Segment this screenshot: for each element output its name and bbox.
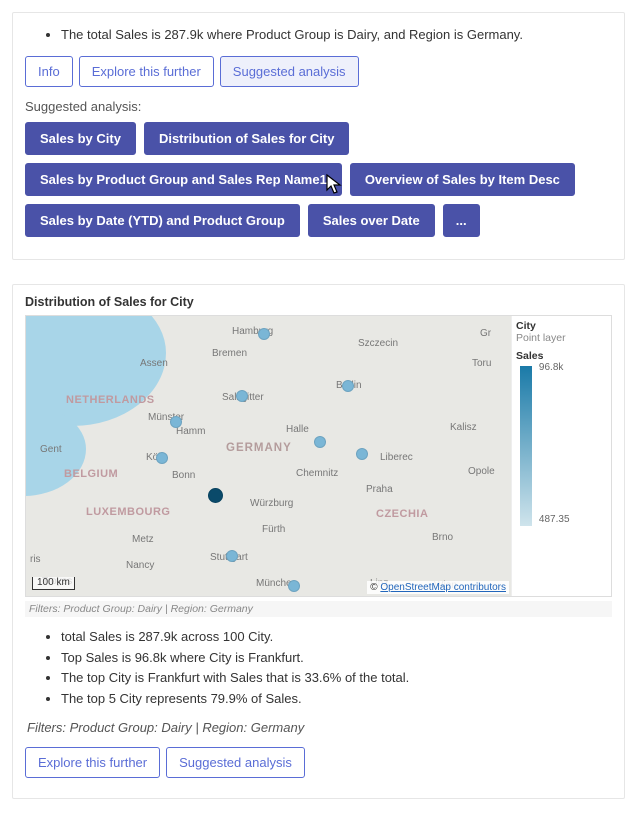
label-ris: ris <box>30 554 41 565</box>
label-czechia: CZECHIA <box>376 508 428 520</box>
city-point-liberec[interactable] <box>356 448 368 460</box>
label-metz: Metz <box>132 534 154 545</box>
suggestion-sales-by-city[interactable]: Sales by City <box>25 122 136 155</box>
label-gent: Gent <box>40 444 62 455</box>
filters-caption: Filters: Product Group: Dairy | Region: … <box>25 601 612 617</box>
insight-item: total Sales is 287.9k across 100 City. <box>61 627 612 648</box>
suggested-analysis-button[interactable]: Suggested analysis <box>220 56 359 87</box>
suggestion-sales-by-group-rep[interactable]: Sales by Product Group and Sales Rep Nam… <box>25 163 342 196</box>
label-kalisz: Kalisz <box>450 422 477 433</box>
label-chemnitz: Chemnitz <box>296 468 338 479</box>
insight-item: The top 5 City represents 79.9% of Sales… <box>61 689 612 710</box>
label-liberec: Liberec <box>380 452 413 463</box>
label-halle: Halle <box>286 424 309 435</box>
insight-item: The top City is Frankfurt with Sales tha… <box>61 668 612 689</box>
city-point-koln[interactable] <box>156 452 168 464</box>
label-brno: Brno <box>432 532 453 543</box>
label-toru: Toru <box>472 358 491 369</box>
label-szczecin: Szczecin <box>358 338 398 349</box>
insight-bullet: The total Sales is 287.9k where Product … <box>61 25 612 46</box>
label-hamm: Hamm <box>176 426 205 437</box>
label-furth: Fürth <box>262 524 285 535</box>
legend-measure: Sales <box>516 350 607 362</box>
city-point-munchen[interactable] <box>288 580 300 592</box>
label-bremen: Bremen <box>212 348 247 359</box>
map-attribution: © OpenStreetMap contributors <box>367 581 509 594</box>
explore-further-button[interactable]: Explore this further <box>79 56 214 87</box>
legend-max: 96.8k <box>539 362 563 373</box>
action-row: Info Explore this further Suggested anal… <box>25 56 612 87</box>
label-gr: Gr <box>480 328 491 339</box>
legend-layer-title: City <box>516 320 607 332</box>
legend-gradient-icon <box>520 366 532 526</box>
detail-action-row: Explore this further Suggested analysis <box>25 747 612 778</box>
filters-line: Filters: Product Group: Dairy | Region: … <box>27 720 612 735</box>
suggested-analysis-button[interactable]: Suggested analysis <box>166 747 305 778</box>
label-praha: Praha <box>366 484 393 495</box>
insight-item: Top Sales is 96.8k where City is Frankfu… <box>61 648 612 669</box>
osm-link[interactable]: OpenStreetMap contributors <box>380 582 506 593</box>
suggested-title: Suggested analysis: <box>25 99 612 114</box>
map-legend: City Point layer Sales 96.8k 487.35 <box>511 316 611 596</box>
city-point-frankfurt[interactable] <box>208 488 223 503</box>
city-point-stuttgart[interactable] <box>226 550 238 562</box>
info-button[interactable]: Info <box>25 56 73 87</box>
legend-layer-sub: Point layer <box>516 332 607 344</box>
suggestion-row-2: Sales by Product Group and Sales Rep Nam… <box>25 163 612 196</box>
suggestion-row-3: Sales by Date (YTD) and Product Group Sa… <box>25 204 612 237</box>
city-point-hamburg[interactable] <box>258 328 270 340</box>
label-bonn: Bonn <box>172 470 195 481</box>
suggestion-sales-over-date[interactable]: Sales over Date <box>308 204 435 237</box>
city-point-munster[interactable] <box>170 416 182 428</box>
label-germany: GERMANY <box>226 442 292 454</box>
label-belgium: BELGIUM <box>64 468 118 480</box>
map-scale: 100 km <box>32 577 75 590</box>
city-point-salzgitter[interactable] <box>236 390 248 402</box>
label-assen: Assen <box>140 358 168 369</box>
suggestion-sales-date-ytd-group[interactable]: Sales by Date (YTD) and Product Group <box>25 204 300 237</box>
map-canvas[interactable]: NETHERLANDS BELGIUM LUXEMBOURG GERMANY C… <box>26 316 511 596</box>
city-point-berlin[interactable] <box>342 380 354 392</box>
insight-bullets: The total Sales is 287.9k where Product … <box>25 25 612 46</box>
label-nancy: Nancy <box>126 560 154 571</box>
suggestion-more-button[interactable]: ... <box>443 204 480 237</box>
suggestion-distribution-sales-city[interactable]: Distribution of Sales for City <box>144 122 350 155</box>
suggestion-row-1: Sales by City Distribution of Sales for … <box>25 122 612 155</box>
map-container: NETHERLANDS BELGIUM LUXEMBOURG GERMANY C… <box>25 315 612 597</box>
insight-panel: The total Sales is 287.9k where Product … <box>12 12 625 260</box>
detail-insights: total Sales is 287.9k across 100 City. T… <box>25 627 612 710</box>
legend-min: 487.35 <box>539 514 570 525</box>
label-opole: Opole <box>468 466 495 477</box>
chart-title: Distribution of Sales for City <box>25 295 612 309</box>
explore-further-button[interactable]: Explore this further <box>25 747 160 778</box>
detail-panel: Distribution of Sales for City NETHERLAN… <box>12 284 625 799</box>
label-luxembourg: LUXEMBOURG <box>86 506 170 518</box>
city-point-halle[interactable] <box>314 436 326 448</box>
label-netherlands: NETHERLANDS <box>66 394 155 406</box>
label-wurzburg: Würzburg <box>250 498 293 509</box>
suggestion-overview-item-desc[interactable]: Overview of Sales by Item Desc <box>350 163 575 196</box>
